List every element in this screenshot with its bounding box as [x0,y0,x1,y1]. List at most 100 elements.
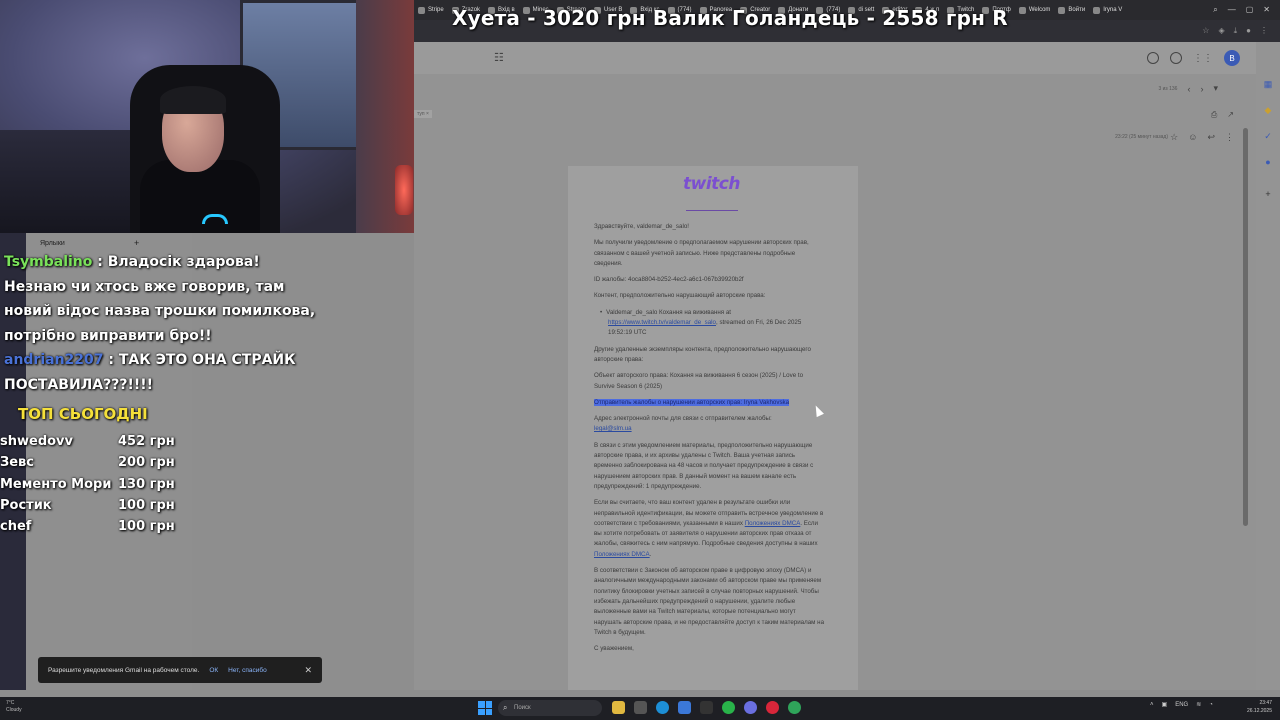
dmca-link[interactable]: Положениях DMCA [594,551,650,558]
obs-icon[interactable] [788,701,801,714]
bookmark-icon[interactable]: ☆ [1202,26,1209,36]
gmail-top-bar: ☷ ⋮⋮ B [414,42,1256,74]
print-icon[interactable]: ⎙ [1211,110,1217,120]
xbox-icon[interactable] [722,701,735,714]
chevron-up-icon[interactable]: ˄ [1150,702,1154,708]
taskbar: 7°C Cloudy ⌕ Поиск ˄ ▣ ENG ≋ ◔ 23:47 26.… [0,697,1280,720]
donor-name: chef [0,519,32,535]
donor-name: Мементо Мори [0,476,112,492]
browser-tab[interactable]: Войти [1054,2,1089,18]
dmca-link[interactable]: Положениях DMCA [745,520,801,527]
wifi-icon[interactable]: ≋ [1196,701,1201,708]
tasks-icon[interactable]: ✓ [1262,130,1274,142]
donor-name: Зевс [0,455,34,471]
email-text: Здравствуйте, valdemar_de_salo! Мы получ… [594,222,824,660]
tab-label: Iryna V [1103,7,1123,13]
donor-amount: 100 грн [118,497,175,513]
file-explorer-icon[interactable] [612,701,625,714]
bookmarks-header: Ярлыки [40,240,65,247]
calendar-icon[interactable]: ▦ [1262,78,1274,90]
taskbar-apps [612,701,801,714]
gmail-header-icons: ⋮⋮ B [1147,50,1240,66]
scrollbar-thumb[interactable] [1243,128,1248,526]
greeting: Здравствуйте, valdemar_de_salo! [594,223,690,230]
tray-app-icon[interactable]: ▣ [1162,701,1168,708]
browser-tab[interactable]: Iryna V [1089,2,1126,18]
open-new-window-icon[interactable]: ↗ [1227,110,1234,120]
next-message-icon[interactable]: › [1200,84,1203,94]
contact-email-link[interactable]: legal@slm.ua [594,425,632,432]
webcam-lamp [395,165,413,215]
reply-icon[interactable]: ↩ [1207,132,1215,143]
help-icon[interactable] [1147,52,1159,64]
complaint-id: ID жалобы: 4oca8804-b252-4ec2-a6c1-067b3… [594,276,744,284]
list-item: shwedovv 452 грн [0,431,180,452]
extension-icon[interactable]: ◈ [1218,26,1224,36]
add-bookmark-icon[interactable]: + [134,238,139,248]
profile-icon[interactable]: ● [1246,26,1251,36]
prev-message-icon[interactable]: ‹ [1187,84,1190,94]
signoff: С уважением, [594,645,634,653]
settings-gear-icon[interactable] [1170,52,1182,64]
bullet-text: Valdemar_de_salo Кохання на виживання at [606,308,732,316]
print-row: ⎙ ↗ [1211,110,1234,120]
twitch-logo: twitch [683,174,740,194]
discord-icon[interactable] [744,701,757,714]
avatar-letter: B [1229,53,1235,63]
contacts-icon[interactable]: ● [1262,156,1274,168]
opera-icon[interactable] [766,701,779,714]
close-icon[interactable]: ✕ [304,665,312,676]
task-view-icon[interactable] [634,701,647,714]
donation-ticker: Хуета - 3020 грн Валик Голандець - 2558 … [452,6,1008,30]
emoji-icon[interactable]: ☺ [1188,132,1197,143]
terminal-icon[interactable] [700,701,713,714]
paragraph: Мы получили уведомление о предполагаемом… [594,239,809,267]
donor-name: Ростик [0,497,52,513]
close-window-icon[interactable]: ✕ [1263,5,1270,15]
tab-favicon-icon [1058,6,1066,14]
keep-icon[interactable]: ◆ [1262,104,1274,116]
menu-icon[interactable]: ⋮ [1260,26,1268,36]
copyright-object: Объект авторского права: Кохання на вижи… [594,372,804,390]
clock[interactable]: 23:47 26.12.2025 [1236,699,1272,715]
edge-icon[interactable] [656,701,669,714]
search-options-icon[interactable]: ☷ [494,51,508,64]
star-icon[interactable]: ☆ [1170,132,1178,143]
weather-widget[interactable]: 7°C Cloudy [6,700,22,714]
search-placeholder: Поиск [514,705,531,711]
browser-tab[interactable]: Welcom [1015,2,1055,18]
toast-ok-button[interactable]: ОК [209,667,218,674]
message-time: 23:22 (25 минут назад) [1115,134,1168,140]
paragraph: В связи с этим уведомлением материалы, п… [594,441,814,490]
list-item: Зевс 200 грн [0,452,180,473]
browser-tab[interactable]: Stripe [414,2,448,18]
add-addon-icon[interactable]: + [1262,188,1274,200]
more-icon[interactable]: ⋮ [1225,132,1234,143]
toast-dismiss-button[interactable]: Нет, спасибо [228,667,267,674]
maximize-icon[interactable]: ▢ [1246,5,1254,15]
minimize-icon[interactable]: — [1228,5,1236,15]
pager: 3 из 136 ‹ › ▾ [1158,83,1218,94]
toast-text: Разрешите уведомления Gmail на рабочем с… [48,666,200,674]
list-item: Мементо Мори 130 грн [0,474,180,495]
top-donors-list: shwedovv 452 грн Зевс 200 грн Мементо Мори… [0,431,180,537]
vod-link[interactable]: https://www.twitch.tv/valdemar_de_salo [608,319,716,326]
highlighted-sender[interactable]: Отправитель жалобы о нарушении авторских… [594,398,790,406]
volume-icon[interactable]: ◔ [1209,702,1213,708]
label-chip[interactable]: туп × [414,110,432,118]
language-indicator[interactable]: ENG [1175,702,1188,708]
scrollbar[interactable] [1242,128,1250,528]
search-tabs-icon[interactable]: ⌕ [1213,5,1217,15]
apps-grid-icon[interactable]: ⋮⋮ [1193,53,1213,64]
list-item: Valdemar_de_salo Кохання на виживання at… [606,308,824,339]
start-icon[interactable] [478,701,492,715]
store-icon[interactable] [678,701,691,714]
taskbar-search[interactable]: ⌕ Поиск [498,700,602,716]
chat-username: andrian2207 [4,352,104,368]
notification-toast: Разрешите уведомления Gmail на рабочем с… [38,657,322,683]
download-icon[interactable]: ⤓ [1234,26,1238,36]
email-body: twitch Здравствуйте, valdemar_de_salo! М… [568,166,858,690]
input-tools-icon[interactable]: ▾ [1213,83,1218,94]
avatar[interactable]: B [1224,50,1240,66]
tab-label: Stripe [428,7,444,13]
